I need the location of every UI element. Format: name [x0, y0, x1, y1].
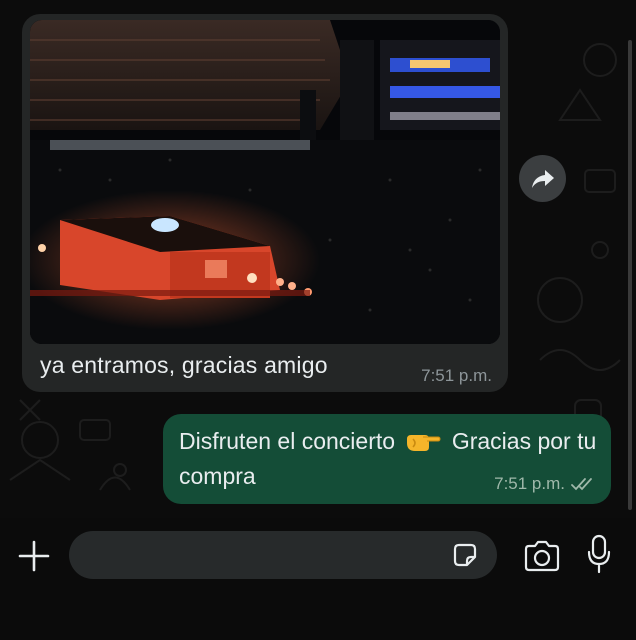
incoming-message-time: 7:51 p.m. — [421, 366, 492, 385]
camera-icon[interactable] — [523, 540, 561, 572]
incoming-message-text: ya entramos, gracias amigo — [40, 352, 328, 378]
chat-area: ya entramos, gracias amigo 7:51 p.m. Dis… — [0, 0, 636, 518]
pointing-hand-emoji — [407, 435, 441, 451]
outgoing-text-part-1: Disfruten el concierto — [179, 428, 396, 454]
sticker-icon[interactable] — [451, 541, 479, 569]
message-composer — [0, 518, 636, 640]
plus-icon[interactable] — [18, 540, 50, 572]
message-input[interactable] — [69, 531, 497, 579]
incoming-message-bubble[interactable]: ya entramos, gracias amigo 7:51 p.m. — [22, 14, 508, 392]
outgoing-message-meta: 7:51 p.m. — [494, 474, 597, 494]
forward-button[interactable] — [519, 155, 566, 202]
forward-icon — [531, 169, 554, 188]
concert-photo[interactable] — [30, 20, 500, 344]
double-check-icon — [571, 478, 592, 491]
microphone-icon[interactable] — [587, 534, 611, 574]
outgoing-message-time: 7:51 p.m. — [494, 474, 565, 493]
outgoing-message-bubble[interactable]: Disfruten el concierto Gracias por tu co… — [163, 414, 611, 504]
scrollbar[interactable] — [628, 40, 632, 510]
